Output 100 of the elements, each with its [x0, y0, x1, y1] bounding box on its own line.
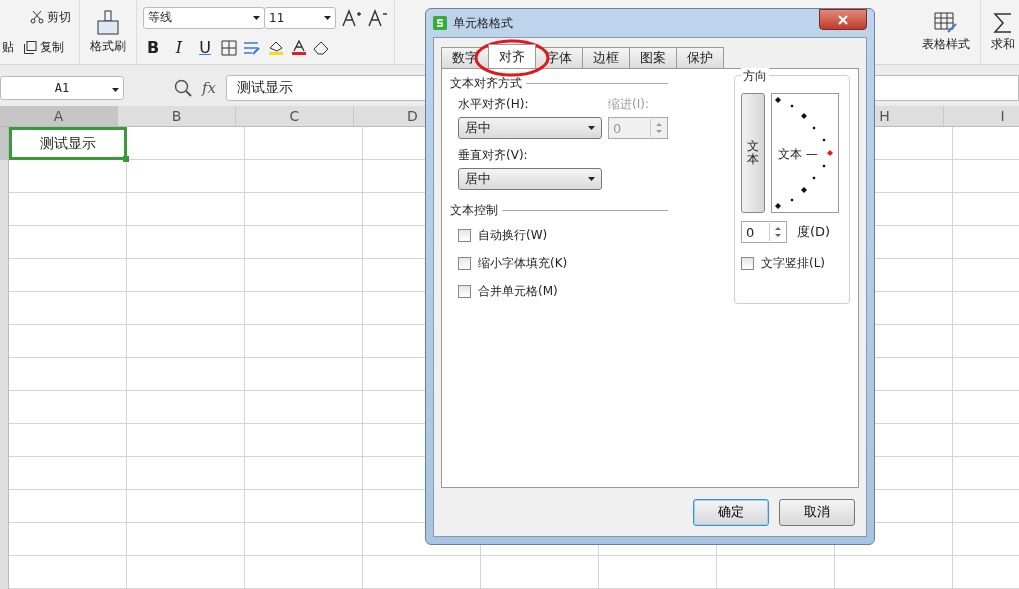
- table-cell[interactable]: [245, 193, 363, 226]
- table-cell[interactable]: [9, 391, 127, 424]
- table-cell[interactable]: [245, 226, 363, 259]
- cut-button[interactable]: 剪切: [28, 6, 73, 28]
- table-cell[interactable]: [127, 127, 245, 160]
- tab[interactable]: 对齐: [488, 44, 536, 68]
- table-cell[interactable]: [9, 226, 127, 259]
- table-cell[interactable]: [9, 259, 127, 292]
- field-label: 度(D): [797, 223, 831, 241]
- spin-arrows-icon: [656, 122, 662, 134]
- table-cell[interactable]: [9, 556, 127, 589]
- row-header[interactable]: [0, 160, 9, 193]
- table-cell[interactable]: [127, 424, 245, 457]
- tab[interactable]: 图案: [629, 47, 677, 68]
- vertical-text-button[interactable]: 文本: [741, 93, 765, 213]
- dropdown-field[interactable]: 居中: [458, 117, 602, 139]
- dropdown-field[interactable]: 居中: [458, 168, 602, 190]
- dialog-button[interactable]: 取消: [779, 498, 855, 526]
- row-header[interactable]: [0, 556, 9, 589]
- field-label: 垂直对齐(V):: [457, 147, 529, 164]
- tab[interactable]: 边框: [582, 47, 630, 68]
- grow-font-icon: [342, 8, 362, 27]
- scissors-icon: [30, 10, 44, 24]
- table-cell[interactable]: [245, 325, 363, 358]
- table-cell[interactable]: [9, 523, 127, 556]
- caret-icon: [324, 15, 331, 20]
- dialog-button[interactable]: 确定: [693, 498, 769, 526]
- table-cell[interactable]: [245, 358, 363, 391]
- copy-icon: [24, 40, 37, 54]
- sum-button[interactable]: 求和: [987, 7, 1019, 57]
- table-cell[interactable]: [127, 259, 245, 292]
- table-cell[interactable]: [245, 160, 363, 193]
- brush-icon: [96, 9, 120, 36]
- borders-icon: [221, 39, 237, 56]
- table-cell[interactable]: [245, 523, 363, 556]
- table-cell[interactable]: [245, 292, 363, 325]
- close-icon: [838, 14, 848, 25]
- copy-button[interactable]: 复制: [22, 36, 66, 58]
- caret-icon: [112, 88, 119, 92]
- checkbox[interactable]: [458, 284, 471, 298]
- table-cell[interactable]: [245, 127, 363, 160]
- table-cell[interactable]: [245, 259, 363, 292]
- font-field[interactable]: 等线: [143, 6, 265, 29]
- table-style-button[interactable]: 表格样式: [918, 7, 974, 57]
- spin-field[interactable]: 0: [741, 221, 787, 243]
- column-header[interactable]: I: [944, 106, 1019, 126]
- table-cell[interactable]: [127, 391, 245, 424]
- group-title: 文本控制: [450, 202, 498, 219]
- table-cell[interactable]: [127, 193, 245, 226]
- table-cell[interactable]: [127, 292, 245, 325]
- table-cell[interactable]: [127, 160, 245, 193]
- italic-button[interactable]: I: [169, 38, 189, 58]
- checkbox[interactable]: [741, 256, 754, 270]
- table-cell[interactable]: [127, 457, 245, 490]
- table-cell[interactable]: [9, 424, 127, 457]
- table-cell[interactable]: [9, 160, 127, 193]
- close-button[interactable]: [819, 9, 867, 30]
- table-cell[interactable]: [9, 457, 127, 490]
- column-header[interactable]: A: [0, 106, 118, 126]
- paste-button[interactable]: 贴: [0, 36, 16, 58]
- table-cell[interactable]: [127, 556, 245, 589]
- table-cell[interactable]: [127, 358, 245, 391]
- table-cell[interactable]: [9, 358, 127, 391]
- name-box[interactable]: A1: [0, 76, 124, 100]
- orientation-dial[interactable]: 文本 —: [771, 93, 839, 213]
- bold-button[interactable]: B: [143, 38, 163, 58]
- caret-icon: [253, 15, 260, 20]
- fill-color-icon: [267, 39, 285, 56]
- checkbox[interactable]: [458, 256, 471, 270]
- table-cell[interactable]: [127, 226, 245, 259]
- checkbox[interactable]: [458, 228, 471, 242]
- table-cell[interactable]: [9, 292, 127, 325]
- table-cell[interactable]: [127, 490, 245, 523]
- table-cell[interactable]: [127, 523, 245, 556]
- table-cell[interactable]: [9, 193, 127, 226]
- column-header[interactable]: B: [118, 106, 236, 126]
- table-cell[interactable]: [245, 424, 363, 457]
- table-cell[interactable]: [245, 490, 363, 523]
- table-cell[interactable]: [9, 325, 127, 358]
- table-cell[interactable]: [245, 391, 363, 424]
- table-cell[interactable]: 测试显示: [9, 127, 127, 160]
- table-cell[interactable]: [245, 457, 363, 490]
- font-color-icon: [291, 39, 307, 56]
- underline-button[interactable]: U: [195, 38, 215, 58]
- caret-icon: [588, 177, 595, 181]
- table-cell[interactable]: [717, 556, 835, 589]
- format-painter-button[interactable]: 格式刷: [86, 5, 130, 59]
- table-cell[interactable]: [481, 556, 599, 589]
- table-cell[interactable]: [835, 556, 953, 589]
- table-cell[interactable]: [599, 556, 717, 589]
- row-header[interactable]: [0, 127, 9, 160]
- table-cell[interactable]: [9, 490, 127, 523]
- column-header[interactable]: C: [236, 106, 354, 126]
- table-cell[interactable]: [363, 556, 481, 589]
- table-cell[interactable]: [127, 325, 245, 358]
- font-size-field[interactable]: 11: [264, 6, 336, 29]
- group-title: 文本对齐方式: [450, 75, 522, 92]
- tab[interactable]: 保护: [676, 47, 724, 68]
- table-cell[interactable]: [245, 556, 363, 589]
- function-label: fx: [202, 79, 216, 97]
